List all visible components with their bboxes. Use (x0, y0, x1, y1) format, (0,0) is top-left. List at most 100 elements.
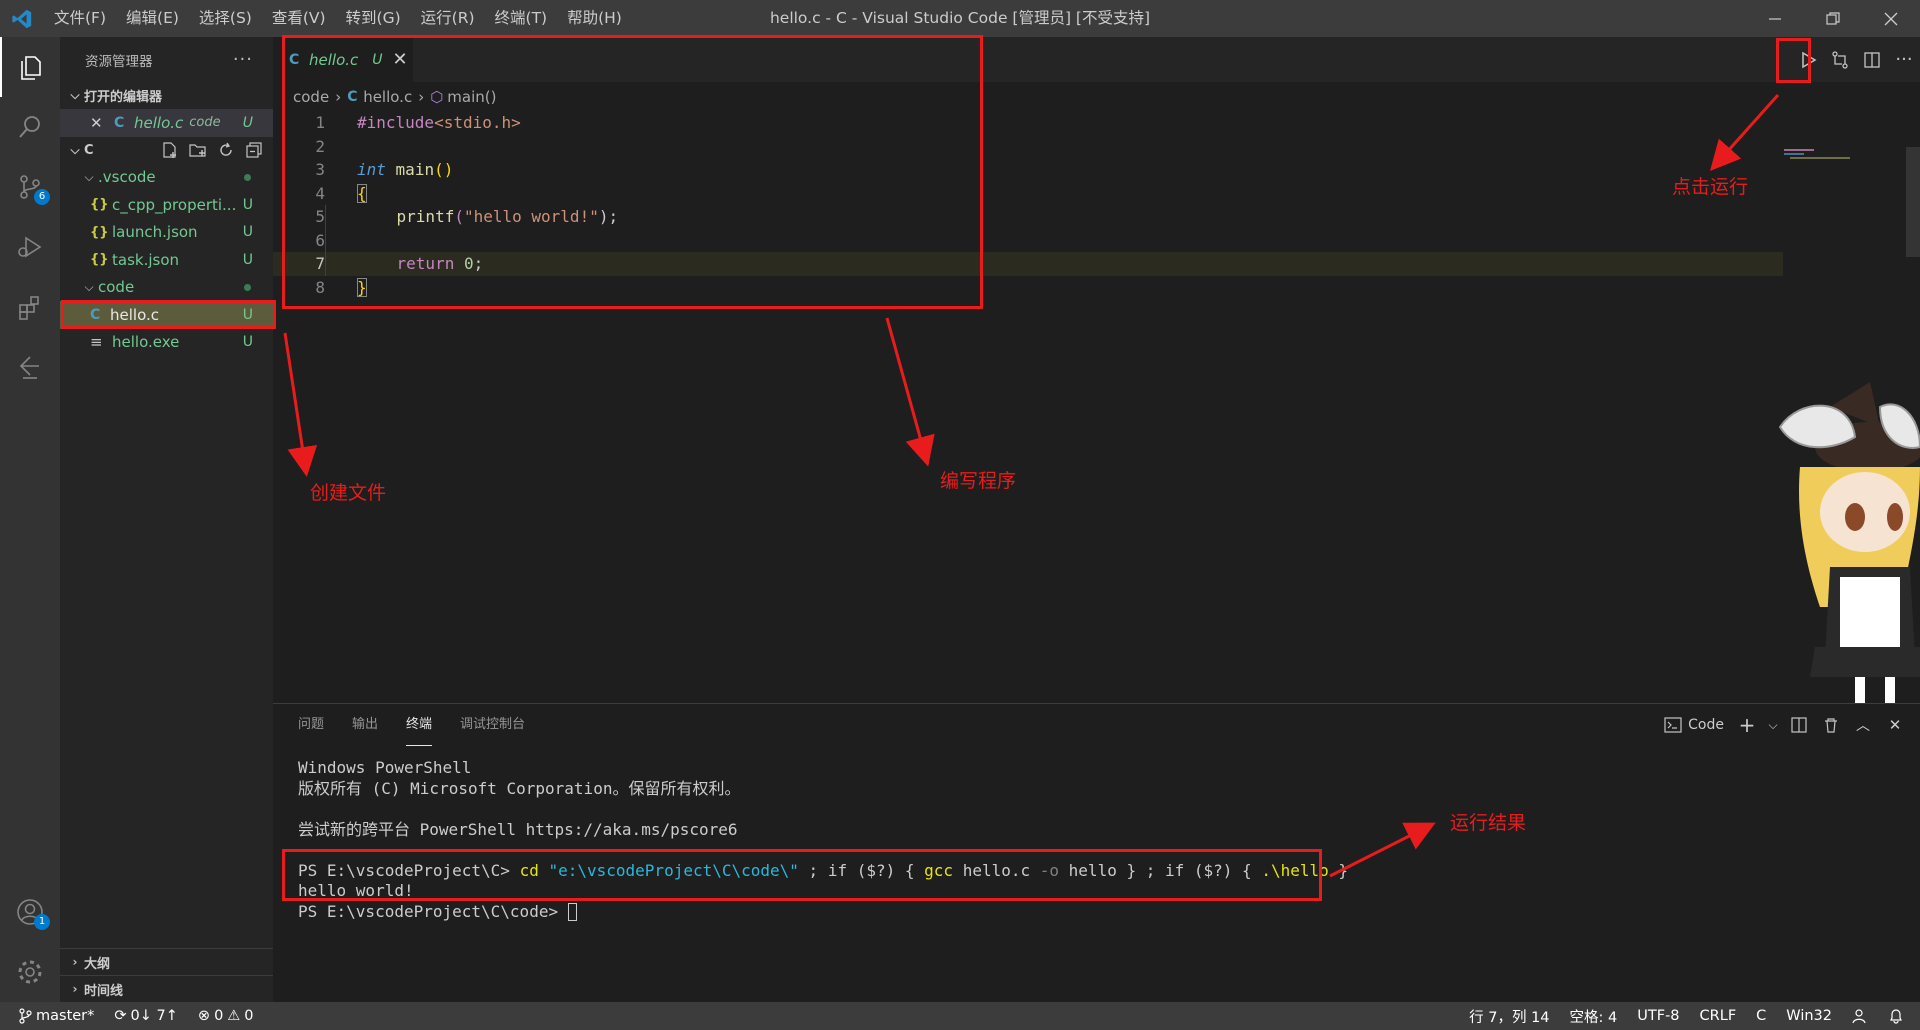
tree-file-task-json[interactable]: {} task.json U (60, 246, 273, 274)
sync-icon: ⟳ (114, 1008, 127, 1024)
terminal-cursor (567, 903, 577, 921)
cursor-position[interactable]: 行 7，列 14 (1459, 1002, 1559, 1030)
chevron-down-icon[interactable]: ⌵ (1766, 710, 1780, 740)
problems-status[interactable]: ⊗ 0 ⚠ 0 (188, 1002, 264, 1030)
scm-badge: 6 (34, 189, 50, 205)
tree-folder-code[interactable]: ⌵ code (60, 274, 273, 302)
maximize-panel-icon[interactable]: ︿ (1850, 710, 1876, 740)
menu-selection[interactable]: 选择(S) (189, 0, 262, 37)
folder-name: code (98, 278, 135, 297)
run-debug-icon[interactable] (0, 217, 60, 277)
tree-file-c-cpp-properties[interactable]: {} c_cpp_properti... U (60, 191, 273, 219)
split-editor-icon[interactable] (1856, 44, 1888, 76)
prompt: PS E:\vscodeProject\C\code> (298, 901, 568, 921)
new-terminal-icon[interactable]: + (1734, 710, 1760, 740)
tree-file-launch-json[interactable]: {} launch.json U (60, 219, 273, 247)
tree-file-hello-exe[interactable]: ≡ hello.exe U (60, 329, 273, 357)
sync-counts: 0↓ 7↑ (130, 1008, 178, 1024)
indentation[interactable]: 空格: 4 (1560, 1002, 1628, 1030)
minimize-button[interactable] (1746, 0, 1804, 37)
tab-output[interactable]: 输出 (352, 704, 378, 746)
refresh-icon[interactable] (217, 141, 235, 159)
tab-debug-console[interactable]: 调试控制台 (460, 704, 525, 746)
sidebar-title: 资源管理器 (85, 53, 153, 70)
terminal-line: 尝试新的跨平台 PowerShell https://aka.ms/pscore… (298, 819, 738, 839)
open-editors-section[interactable]: ⌵ 打开的编辑器 (60, 82, 273, 109)
close-editor-icon[interactable]: ✕ (90, 114, 114, 132)
account-badge: 1 (34, 914, 50, 930)
window-controls (1746, 0, 1920, 37)
minimap[interactable] (1784, 147, 1894, 165)
settings-gear-icon[interactable] (0, 942, 60, 1002)
new-file-icon[interactable] (161, 141, 179, 159)
annotation-result-box (282, 849, 1322, 901)
terminal-name: Code (1688, 717, 1724, 733)
file-name: launch.json (112, 223, 198, 242)
title-bar: 文件(F) 编辑(E) 选择(S) 查看(V) 转到(G) 运行(R) 终端(T… (0, 0, 1920, 37)
open-editor-name: hello.c (134, 113, 184, 132)
sync-status[interactable]: ⟳ 0↓ 7↑ (104, 1002, 188, 1030)
panel-actions: Code + ⌵ ︿ ✕ (1660, 704, 1908, 746)
close-window-button[interactable] (1862, 0, 1920, 37)
menu-edit[interactable]: 编辑(E) (116, 0, 189, 37)
chevron-down-icon: ⌵ (84, 169, 94, 184)
chevron-down-icon: ⌵ (70, 142, 80, 157)
encoding[interactable]: UTF-8 (1627, 1002, 1689, 1030)
new-folder-icon[interactable] (189, 141, 207, 159)
file-name: task.json (112, 250, 180, 269)
tab-problems[interactable]: 问题 (298, 704, 324, 746)
tab-terminal[interactable]: 终端 (406, 704, 433, 746)
source-control-icon[interactable]: 6 (0, 157, 60, 217)
git-status-untracked: U (242, 196, 253, 213)
menu-bar: 文件(F) 编辑(E) 选择(S) 查看(V) 转到(G) 运行(R) 终端(T… (44, 0, 632, 37)
search-icon[interactable] (0, 97, 60, 157)
explorer-icon[interactable] (0, 37, 60, 97)
outline-section[interactable]: › 大纲 (60, 948, 273, 975)
remote-explorer-icon[interactable] (0, 337, 60, 397)
branch-status[interactable]: master* (0, 1002, 104, 1030)
split-terminal-icon[interactable] (1786, 710, 1812, 740)
menu-help[interactable]: 帮助(H) (557, 0, 632, 37)
platform[interactable]: Win32 (1776, 1002, 1842, 1030)
open-changes-icon[interactable] (1824, 44, 1856, 76)
more-actions-icon[interactable]: ··· (233, 49, 253, 70)
chevron-down-icon: ⌵ (70, 88, 80, 102)
more-actions-icon[interactable]: ··· (1888, 44, 1920, 76)
menu-view[interactable]: 查看(V) (262, 0, 336, 37)
editor-actions: ··· (1792, 37, 1920, 82)
warning-icon: ⚠ (227, 1008, 241, 1024)
close-panel-icon[interactable]: ✕ (1882, 710, 1908, 740)
tree-folder-vscode[interactable]: ⌵ .vscode (60, 164, 273, 192)
error-count: 0 (214, 1008, 224, 1024)
annotation-click-run: 点击运行 (1672, 176, 1749, 198)
timeline-section[interactable]: › 时间线 (60, 975, 273, 1002)
open-editor-folder: code (189, 115, 221, 131)
workspace-root-section[interactable]: ⌵ C (60, 137, 273, 164)
annotation-code-box (282, 35, 983, 309)
menu-terminal[interactable]: 终端(T) (485, 0, 558, 37)
open-editor-hello-c[interactable]: ✕ C hello.c code U (60, 109, 273, 137)
file-name: c_cpp_properti... (112, 195, 237, 214)
terminal-selector[interactable]: Code (1660, 710, 1728, 740)
extensions-icon[interactable] (0, 277, 60, 337)
notifications-bell-icon[interactable] (1878, 1002, 1914, 1030)
line-ending[interactable]: CRLF (1690, 1002, 1747, 1030)
sidebar-header: 资源管理器 ··· (60, 37, 273, 82)
language-mode[interactable]: C (1746, 1002, 1776, 1030)
binary-file-icon: ≡ (90, 333, 103, 352)
git-branch-icon (19, 1008, 32, 1024)
modified-dot (244, 173, 251, 181)
menu-run[interactable]: 运行(R) (411, 0, 485, 37)
editor-scrollbar[interactable] (1906, 147, 1920, 257)
json-file-icon: {} (90, 197, 109, 213)
feedback-icon[interactable] (1842, 1002, 1878, 1030)
menu-file[interactable]: 文件(F) (44, 0, 116, 37)
workspace-root-label: C (84, 142, 94, 158)
modified-dot (244, 283, 251, 291)
collapse-all-icon[interactable] (245, 141, 263, 159)
accounts-icon[interactable]: 1 (0, 882, 60, 942)
menu-go[interactable]: 转到(G) (336, 0, 411, 37)
restore-button[interactable] (1804, 0, 1862, 37)
trash-icon[interactable] (1818, 710, 1844, 740)
